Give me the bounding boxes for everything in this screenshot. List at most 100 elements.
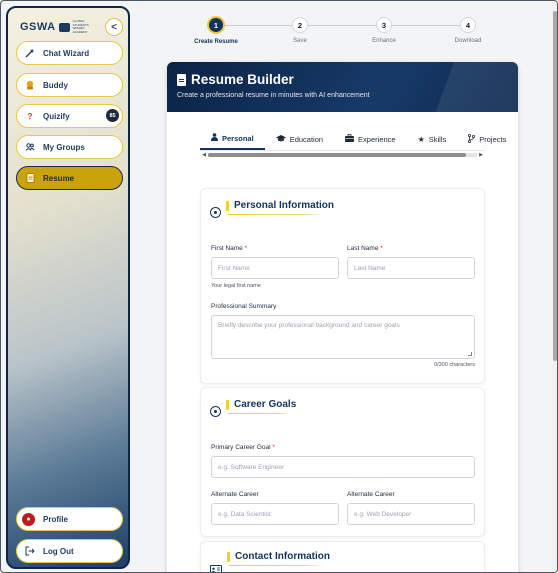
tab-experience[interactable]: Experience — [334, 128, 407, 150]
section-title: Contact Information — [227, 551, 330, 566]
tab-personal[interactable]: Personal — [200, 128, 265, 150]
page-scrollbar[interactable] — [552, 3, 557, 572]
career-goals-section: Career Goals Primary Career Goal * e.g. … — [200, 387, 485, 537]
first-name-input[interactable]: First Name — [211, 257, 339, 279]
primary-career-input[interactable]: e.g. Software Engineer — [211, 456, 475, 478]
brand-tagline: GLOBAL STUDENTS WIZARD ACADEMY — [72, 19, 89, 34]
personal-information-section: Personal Information First Name * First … — [200, 188, 485, 384]
buddy-icon — [25, 80, 35, 90]
tab-label: Education — [289, 134, 324, 144]
card-header: Resume Builder Create a professional res… — [167, 62, 518, 112]
tab-label: Personal — [222, 133, 254, 143]
step-number: 4 — [460, 17, 476, 33]
title-underline — [228, 413, 290, 414]
step-label: Enhance — [372, 38, 396, 44]
scroll-thumb[interactable] — [208, 153, 466, 157]
step-create-resume[interactable]: 1 Create Resume — [176, 16, 256, 45]
last-name-input[interactable]: Last Name — [347, 257, 475, 279]
title-accent-bar — [226, 200, 229, 211]
sidebar-item-label: Chat Wizard — [43, 48, 90, 58]
header-decoration — [398, 62, 518, 112]
alternate-career-label: Alternate Career — [211, 491, 259, 498]
card-title-text: Resume Builder — [191, 72, 294, 87]
sidebar-item-label: Profile — [43, 514, 68, 524]
brand-logo[interactable]: GSWA GLOBAL STUDENTS WIZARD ACADEMY — [20, 19, 95, 34]
section-header: Career Goals — [210, 399, 296, 417]
tab-label: Projects — [479, 134, 507, 144]
step-number: 2 — [292, 17, 308, 33]
first-name-hint: Your legal first name — [211, 283, 261, 289]
tab-projects[interactable]: Projects — [457, 128, 517, 150]
sidebar-item-label: My Groups — [43, 142, 85, 152]
person-icon — [211, 133, 218, 143]
title-accent-bar — [227, 551, 230, 562]
document-icon — [177, 73, 186, 86]
scroll-left-icon[interactable]: ◀ — [200, 152, 208, 158]
step-label: Create Resume — [194, 39, 238, 45]
section-header: Contact Information — [210, 551, 330, 572]
sidebar-item-my-groups[interactable]: My Groups — [16, 135, 123, 159]
step-label: Save — [293, 38, 307, 44]
logout-icon — [25, 546, 35, 556]
sidebar: GSWA GLOBAL STUDENTS WIZARD ACADEMY < Ch… — [6, 6, 130, 569]
sidebar-item-chat-wizard[interactable]: Chat Wizard — [16, 41, 123, 65]
sidebar-item-logout[interactable]: Log Out — [16, 539, 123, 563]
step-enhance[interactable]: 3 Enhance — [344, 17, 424, 44]
app-window: GSWA GLOBAL STUDENTS WIZARD ACADEMY < Ch… — [0, 0, 558, 573]
section-tabs: Personal Education Experience ★ Skills P… — [200, 128, 506, 158]
alternate-career-label: Alternate Career — [347, 491, 395, 498]
tab-list: Personal Education Experience ★ Skills P… — [200, 128, 506, 151]
contact-card-icon — [210, 561, 222, 572]
step-number: 3 — [376, 17, 392, 33]
user-circle-icon — [210, 207, 221, 218]
first-name-label: First Name * — [211, 245, 248, 252]
required-mark: * — [244, 245, 248, 252]
section-header: Personal Information — [210, 200, 334, 218]
scroll-right-icon[interactable]: ▶ — [477, 152, 485, 158]
wand-icon — [25, 48, 35, 58]
step-save[interactable]: 2 Save — [260, 17, 340, 44]
tab-label: Experience — [358, 134, 396, 144]
page-scroll-thumb[interactable] — [553, 11, 557, 361]
tab-education[interactable]: Education — [265, 128, 334, 150]
resize-handle-icon[interactable] — [468, 352, 472, 356]
brand-name: GSWA — [20, 21, 56, 33]
tab-label: Skills — [428, 134, 447, 144]
contact-information-section: Contact Information — [200, 541, 485, 572]
step-number: 1 — [207, 16, 225, 34]
section-title-text: Career Goals — [234, 399, 297, 410]
tab-skills[interactable]: ★ Skills — [407, 128, 458, 150]
summary-label: Professional Summary — [211, 303, 277, 310]
alternate-career-input-1[interactable]: e.g. Data Scientist — [211, 503, 339, 525]
summary-textarea[interactable]: Briefly describe your professional backg… — [211, 315, 475, 359]
progress-stepper: 1 Create Resume 2 Save 3 Enhance 4 Downl… — [134, 15, 552, 50]
question-icon: ? — [27, 111, 33, 121]
step-label: Download — [454, 38, 482, 44]
sidebar-item-label: Quizify — [43, 111, 70, 121]
title-underline — [229, 565, 325, 566]
sidebar-item-quizify[interactable]: ? Quizify 85 — [16, 104, 123, 128]
resume-icon — [25, 173, 35, 183]
alternate-career-input-2[interactable]: e.g. Web Developer — [347, 503, 475, 525]
scroll-track[interactable] — [208, 153, 477, 157]
branch-icon — [468, 133, 476, 145]
star-icon: ★ — [417, 134, 425, 144]
collapse-sidebar-button[interactable]: < — [105, 18, 123, 36]
avatar-icon: ● — [22, 512, 35, 526]
section-title-text: Contact Information — [235, 551, 330, 562]
sidebar-item-buddy[interactable]: Buddy — [16, 73, 123, 97]
sidebar-item-label: Resume — [43, 173, 75, 183]
last-name-label: Last Name * — [347, 245, 383, 252]
sidebar-item-label: Buddy — [43, 80, 68, 90]
tabs-scrollbar[interactable]: ◀ ▶ — [200, 152, 485, 158]
required-mark: * — [272, 444, 275, 451]
title-underline — [228, 214, 324, 215]
step-download[interactable]: 4 Download — [428, 17, 508, 44]
resume-builder-card: Resume Builder Create a professional res… — [167, 62, 518, 572]
summary-char-counter: 0/300 characters — [434, 362, 475, 368]
section-title: Career Goals — [226, 399, 296, 414]
briefcase-icon — [345, 133, 355, 144]
sidebar-item-resume[interactable]: Resume — [16, 166, 123, 190]
sidebar-item-profile[interactable]: ● Profile — [16, 507, 123, 531]
primary-career-label: Primary Career Goal * — [211, 444, 275, 451]
